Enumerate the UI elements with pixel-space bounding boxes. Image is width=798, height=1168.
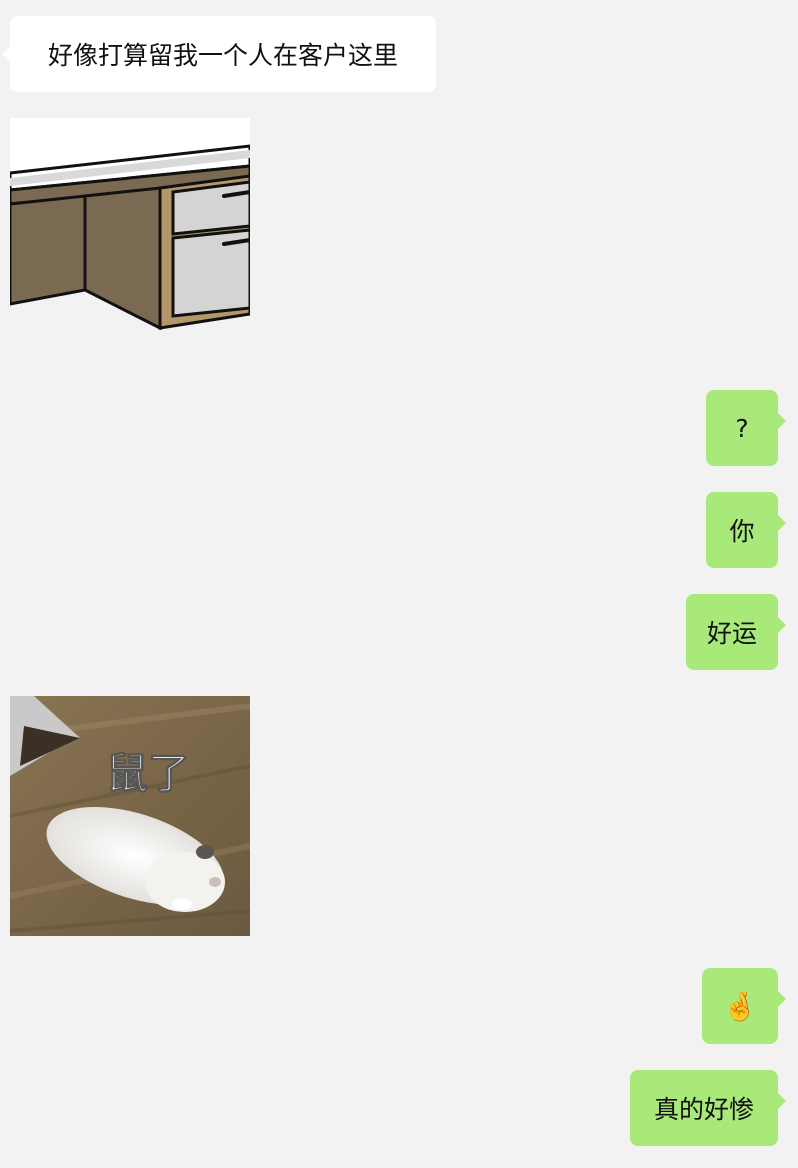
outgoing-message-bubble[interactable]: 好运 bbox=[686, 594, 786, 670]
message-text: ? bbox=[735, 413, 749, 443]
crossed-fingers-emoji: 🤞 bbox=[722, 989, 758, 1023]
message-text: 真的好惨 bbox=[653, 1095, 754, 1124]
outgoing-message-bubble[interactable]: 你 bbox=[706, 492, 786, 568]
message-text: 你 bbox=[729, 517, 755, 546]
incoming-message-bubble[interactable]: 好像打算留我一个人在客户这里 bbox=[2, 16, 436, 92]
hamster-photo: 鼠了 bbox=[10, 696, 250, 936]
message-text: 好像打算留我一个人在客户这里 bbox=[47, 41, 398, 70]
hamster-sticker[interactable]: 鼠了 bbox=[10, 696, 250, 936]
desk-illustration bbox=[10, 118, 250, 330]
desk-sticker[interactable] bbox=[10, 118, 250, 330]
outgoing-message-bubble[interactable]: 真的好惨 bbox=[630, 1070, 786, 1146]
message-text: 好运 bbox=[706, 619, 757, 648]
outgoing-message-bubble[interactable]: 🤞 bbox=[702, 968, 786, 1044]
sticker-caption: 鼠了 bbox=[106, 749, 190, 798]
outgoing-message-bubble[interactable]: ? bbox=[706, 390, 786, 466]
